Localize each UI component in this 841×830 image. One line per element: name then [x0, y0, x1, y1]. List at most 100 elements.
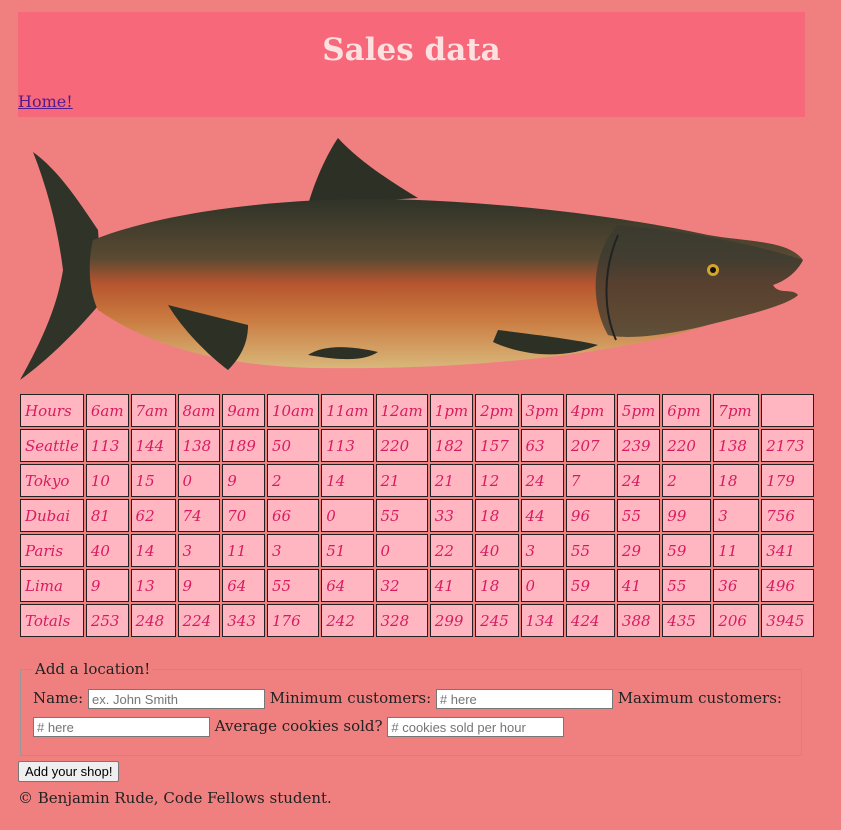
table-cell: 24	[520, 464, 564, 497]
table-cell: 12	[475, 464, 519, 497]
table-cell: 134	[520, 604, 564, 637]
table-cell: 248	[130, 604, 176, 637]
table-cell: 0	[321, 499, 374, 532]
table-cell: 36	[713, 569, 760, 602]
table-cell: 239	[616, 429, 661, 462]
row-label-cell: Seattle	[20, 429, 84, 462]
table-row: Paris 40 14 3 11 3 51 0 22 40 3 55 29 59 11 341	[20, 534, 815, 567]
table-row: Dubai 81 62 74 70 66 0 55 33 18 44 96 55 99 3 756	[20, 499, 815, 532]
table-cell: 99	[662, 499, 712, 532]
max-customers-label: Maximum customers:	[617, 689, 782, 707]
table-cell: 55	[266, 569, 320, 602]
table-cell: 29	[616, 534, 661, 567]
table-cell: 40	[85, 534, 129, 567]
table-cell: 7am	[130, 394, 176, 427]
table-cell: 50	[266, 429, 320, 462]
table-cell: 18	[713, 464, 760, 497]
table-cell: 756	[761, 499, 815, 532]
table-cell: 10am	[266, 394, 320, 427]
table-cell: 21	[375, 464, 428, 497]
table-cell: 62	[130, 499, 176, 532]
table-cell: 32	[375, 569, 428, 602]
table-cell: 8am	[177, 394, 221, 427]
row-label-cell: Paris	[20, 534, 84, 567]
min-customers-input[interactable]	[435, 689, 613, 709]
table-cell: 9am	[222, 394, 265, 427]
name-input[interactable]	[88, 689, 266, 709]
table-cell: 44	[520, 499, 564, 532]
table-cell: 40	[475, 534, 519, 567]
table-cell: 2pm	[475, 394, 519, 427]
table-cell: 496	[761, 569, 815, 602]
table-cell: 182	[429, 429, 474, 462]
table-cell: 3pm	[520, 394, 564, 427]
table-cell: 113	[321, 429, 374, 462]
table-cell: 55	[565, 534, 615, 567]
table-cell: 245	[475, 604, 519, 637]
table-row: Seattle 113 144 138 189 50 113 220 182 157 63 207 23…	[20, 429, 815, 462]
avg-cookies-label: Average cookies sold?	[214, 717, 383, 735]
table-cell: 63	[520, 429, 564, 462]
table-cell: 3	[713, 499, 760, 532]
table-cell: 64	[222, 569, 265, 602]
table-cell: 11	[222, 534, 265, 567]
table-cell: 113	[85, 429, 129, 462]
add-shop-button[interactable]: Add your shop!	[18, 761, 120, 782]
table-cell: 5pm	[616, 394, 661, 427]
table-cell: 21	[429, 464, 474, 497]
table-cell: 138	[177, 429, 221, 462]
table-cell: 12am	[375, 394, 428, 427]
footer-text: © Benjamin Rude, Code Fellows student.	[18, 789, 332, 807]
table-cell: 2	[266, 464, 320, 497]
avg-cookies-input[interactable]	[387, 717, 565, 737]
table-cell: 2173	[761, 429, 815, 462]
table-cell: 144	[130, 429, 176, 462]
table-cell: 15	[130, 464, 176, 497]
table-cell: 206	[713, 604, 760, 637]
table-cell: 3	[266, 534, 320, 567]
table-cell: 220	[375, 429, 428, 462]
table-cell: 11am	[321, 394, 374, 427]
table-cell: 11	[713, 534, 760, 567]
table-cell: 14	[130, 534, 176, 567]
form-row-1: Name: Minimum customers: Maximum custome…	[33, 684, 789, 712]
table-cell: 341	[761, 534, 815, 567]
table-cell: 55	[662, 569, 712, 602]
table-cell: 24	[616, 464, 661, 497]
page-title: Sales data	[322, 32, 501, 68]
table-cell: 70	[222, 499, 265, 532]
table-cell: 74	[177, 499, 221, 532]
max-customers-input[interactable]	[33, 717, 210, 737]
table-row: Tokyo 10 15 0 9 2 14 21 21 12 24 7 24 2 18 179	[20, 464, 815, 497]
row-label-cell: Lima	[20, 569, 84, 602]
table-cell: 343	[222, 604, 265, 637]
form-row-2: Average cookies sold?	[33, 712, 789, 740]
table-cell: 9	[85, 569, 129, 602]
name-label: Name:	[33, 689, 84, 707]
table-cell: 189	[222, 429, 265, 462]
row-label-cell: Hours	[20, 394, 84, 427]
home-link[interactable]: Home!	[18, 92, 73, 111]
table-cell: 14	[321, 464, 374, 497]
table-cell: 0	[177, 464, 221, 497]
table-cell: 81	[85, 499, 129, 532]
table-cell: 59	[565, 569, 615, 602]
add-location-form: Add a location! Name: Minimum customers:…	[20, 660, 802, 756]
table-cell: 138	[713, 429, 760, 462]
min-customers-label: Minimum customers:	[269, 689, 432, 707]
table-cell: 1pm	[429, 394, 474, 427]
table-cell: 33	[429, 499, 474, 532]
table-cell: 66	[266, 499, 320, 532]
table-cell: 3945	[761, 604, 815, 637]
table-cell: 22	[429, 534, 474, 567]
table-cell: 328	[375, 604, 428, 637]
table-cell: 41	[616, 569, 661, 602]
table-cell: 6pm	[662, 394, 712, 427]
table-cell: 4pm	[565, 394, 615, 427]
table-cell: 7pm	[713, 394, 760, 427]
table-cell: 59	[662, 534, 712, 567]
row-label-cell: Dubai	[20, 499, 84, 532]
table-cell: 2	[662, 464, 712, 497]
table-cell: 424	[565, 604, 615, 637]
table-cell: 10	[85, 464, 129, 497]
